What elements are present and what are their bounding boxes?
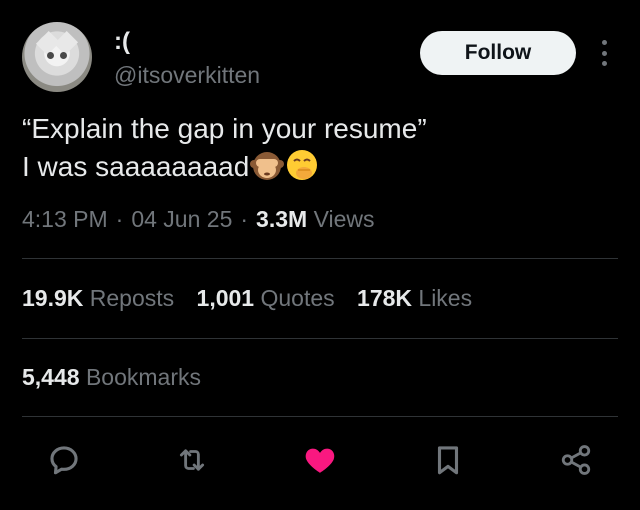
tweet-date[interactable]: 04 Jun 25 <box>131 206 232 232</box>
reply-icon[interactable] <box>42 438 86 482</box>
views-label: Views <box>313 206 375 232</box>
avatar-eye-right <box>60 52 67 59</box>
tweet-text-line-2-container: I was saaaaaaaad <box>22 148 618 192</box>
avatar[interactable] <box>22 22 92 92</box>
quotes-stat[interactable]: 1,001 Quotes <box>197 285 335 311</box>
avatar-eye-left <box>47 52 54 59</box>
meta-separator: · <box>240 206 249 232</box>
quotes-label: Quotes <box>260 285 335 311</box>
tweet-time[interactable]: 4:13 PM <box>22 206 108 232</box>
display-name[interactable]: :( <box>114 28 130 56</box>
likes-stat[interactable]: 178K Likes <box>357 285 472 311</box>
bookmarks-count: 5,448 <box>22 364 80 390</box>
bookmarks-stat[interactable]: 5,448 Bookmarks <box>22 364 201 391</box>
tweet-text: “Explain the gap in your resume” I was s… <box>22 110 618 192</box>
likes-count: 178K <box>357 285 413 311</box>
meta-separator: · <box>115 206 124 232</box>
follow-button[interactable]: Follow <box>420 31 576 75</box>
action-bar <box>0 438 640 482</box>
avatar-ear-right <box>53 30 79 56</box>
divider <box>22 258 618 259</box>
quotes-count: 1,001 <box>196 285 255 311</box>
face-with-hand-over-mouth-emoji <box>285 148 319 192</box>
repost-icon[interactable] <box>170 438 214 482</box>
bookmark-icon[interactable] <box>426 438 470 482</box>
reposts-label: Reposts <box>89 285 175 311</box>
bookmarks-label: Bookmarks <box>85 364 201 390</box>
divider <box>22 338 618 339</box>
engagement-stats: 19.9K Reposts 1,001 Quotes 178K Likes <box>22 285 488 312</box>
reposts-count: 19.9K <box>22 285 84 311</box>
divider <box>22 416 618 417</box>
tweet-text-line-1: “Explain the gap in your resume” <box>22 113 427 144</box>
user-handle[interactable]: @itsoverkitten <box>114 62 260 89</box>
see-no-evil-monkey-emoji <box>250 148 285 192</box>
views-count: 3.3M <box>256 206 308 232</box>
tweet-meta: 4:13 PM · 04 Jun 25 · 3.3M Views <box>22 206 375 233</box>
more-options-icon[interactable] <box>600 40 608 66</box>
tweet-header: :( @itsoverkitten Follow <box>22 22 618 92</box>
likes-label: Likes <box>418 285 473 311</box>
share-icon[interactable] <box>554 438 598 482</box>
like-icon[interactable] <box>298 438 342 482</box>
reposts-stat[interactable]: 19.9K Reposts <box>22 285 174 311</box>
tweet-text-line-2: I was saaaaaaaad <box>22 151 250 182</box>
